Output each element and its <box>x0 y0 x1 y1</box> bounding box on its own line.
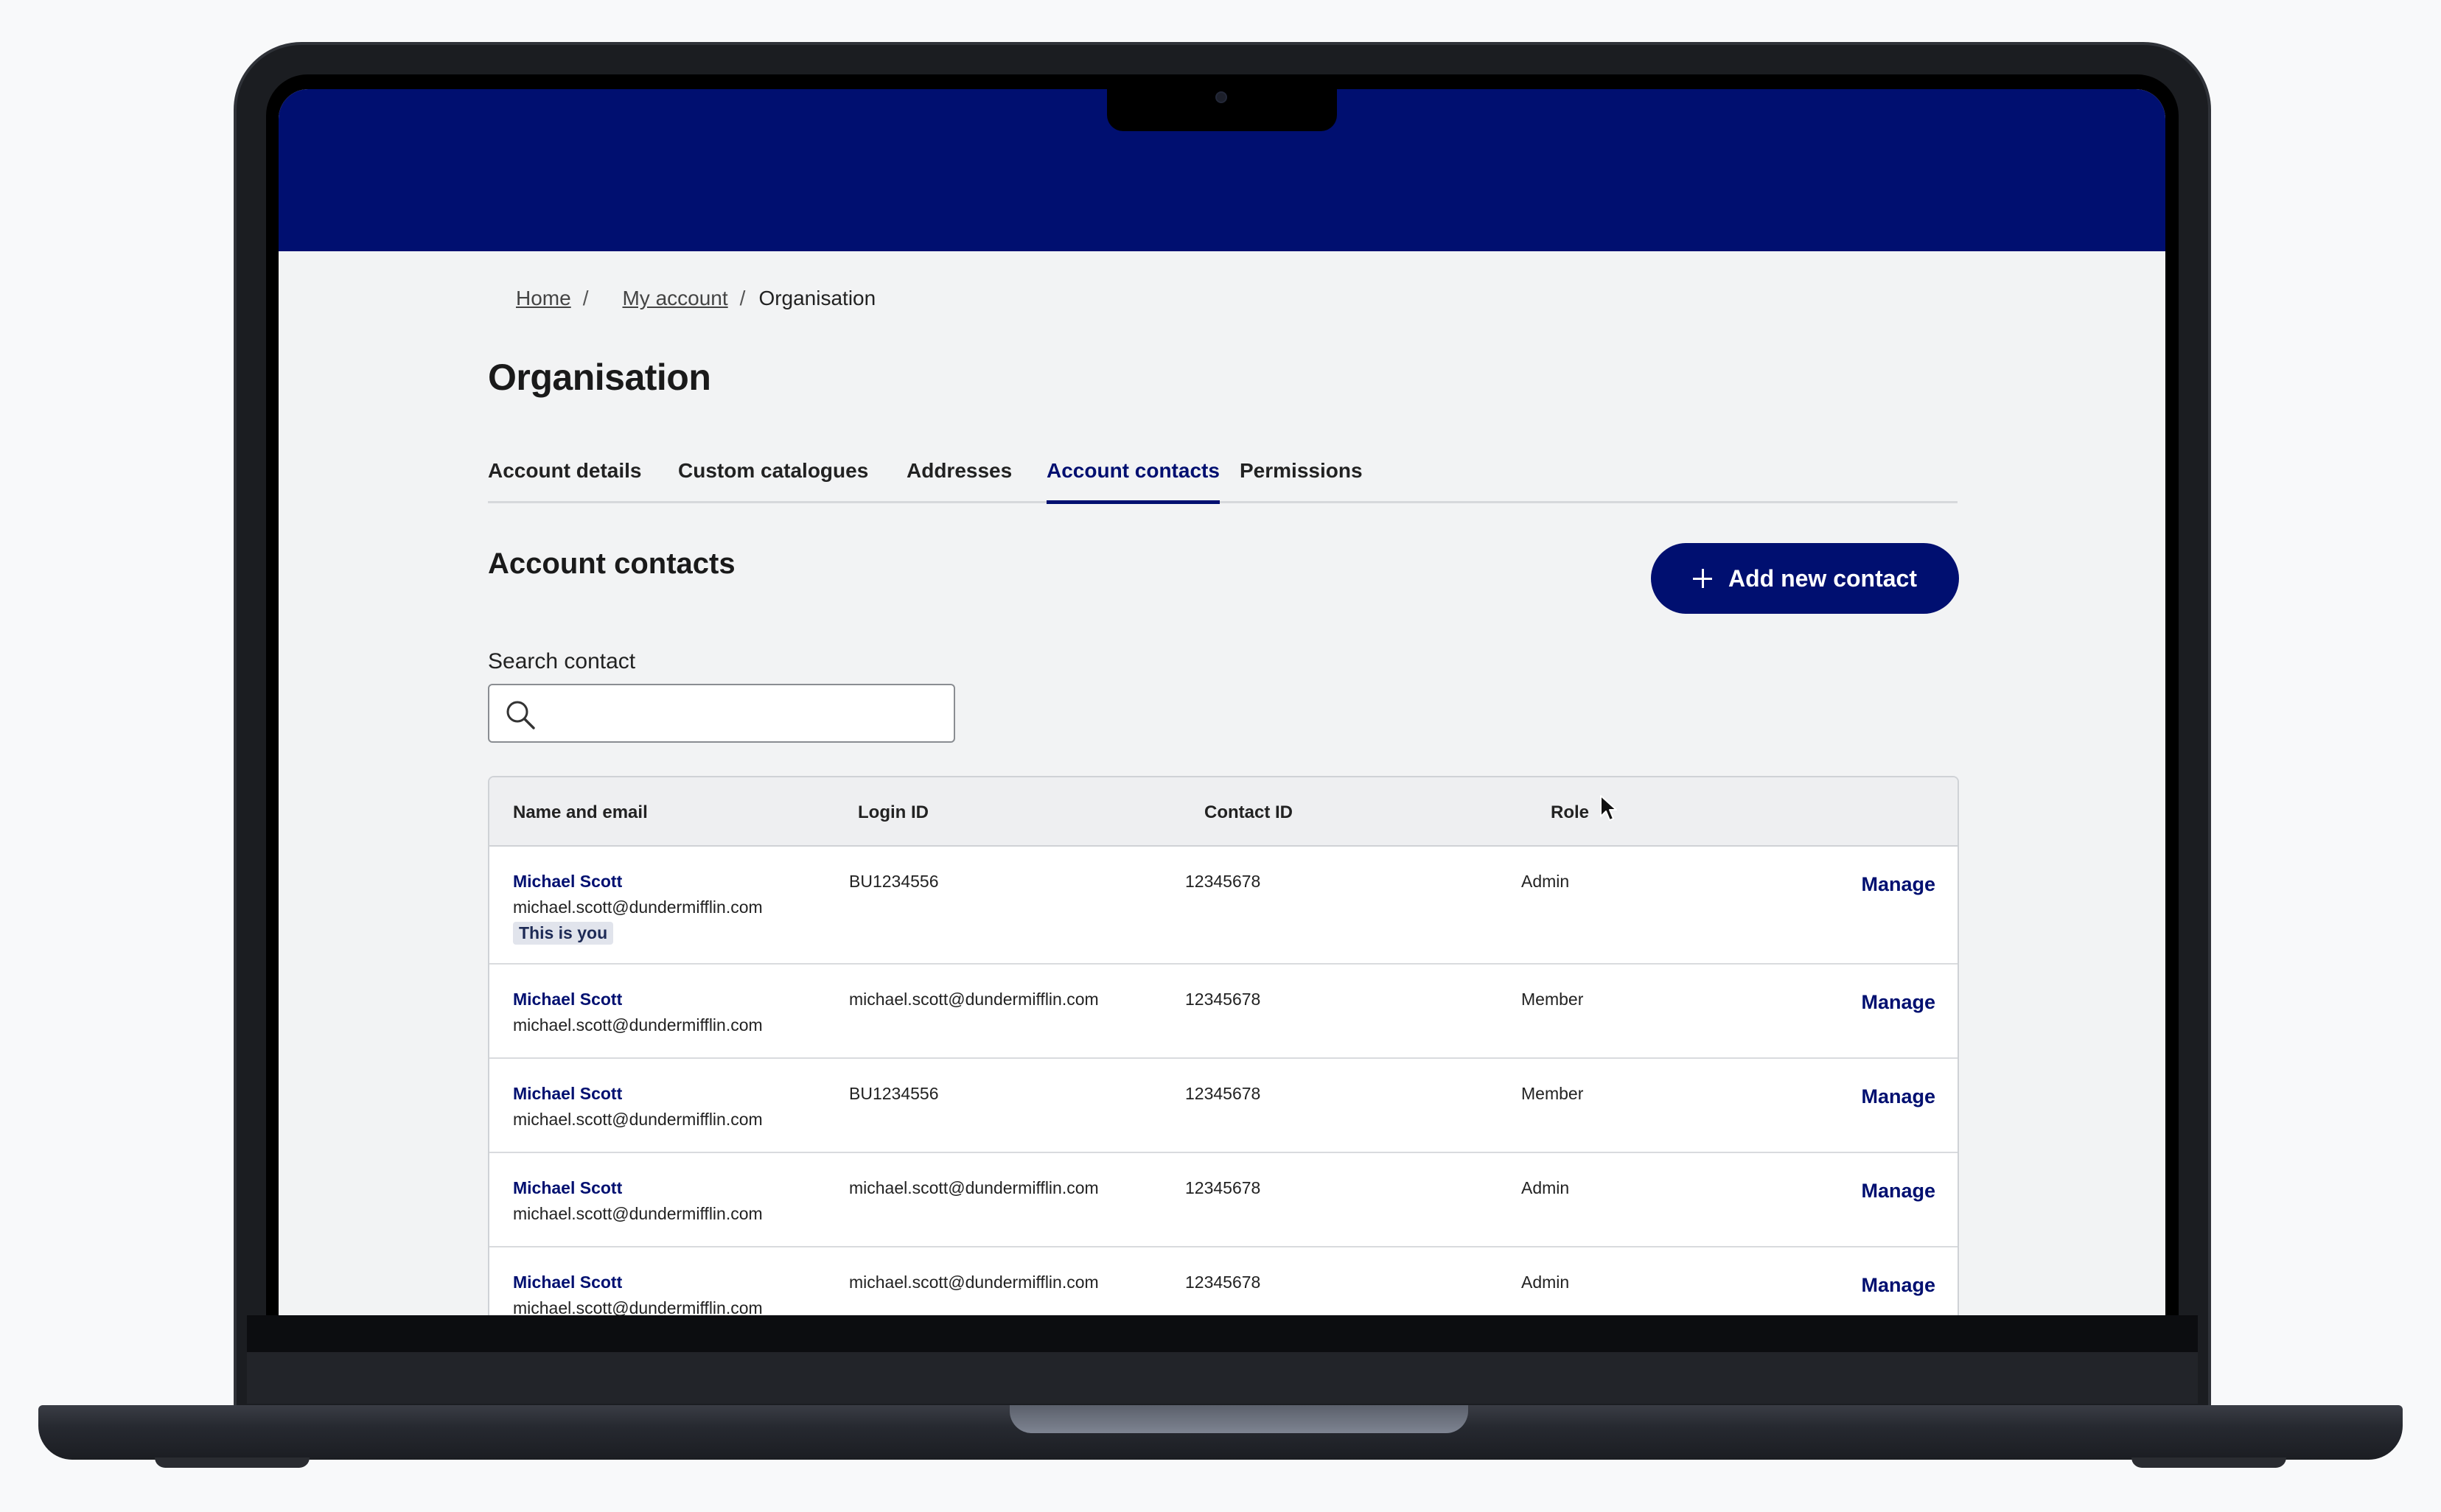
laptop-base <box>38 1405 2403 1460</box>
search-label: Search contact <box>488 649 636 673</box>
laptop-mockup: Home / My account / Organisation Organisatio… <box>0 0 2441 1512</box>
contact-email: michael.scott@dundermifflin.com <box>513 1015 763 1035</box>
contact-name-email-cell: Michael Scott michael.scott@dundermiffli… <box>513 990 763 1035</box>
add-new-contact-button[interactable]: Add new contact <box>1651 543 1959 614</box>
browser-viewport: Home / My account / Organisation Organisatio… <box>279 89 2165 1315</box>
tab-permissions[interactable]: Permissions <box>1240 459 1363 500</box>
page-title: Organisation <box>488 357 711 398</box>
role: Member <box>1521 990 1584 1009</box>
table-row: Michael Scott michael.scott@dundermiffli… <box>489 847 1958 965</box>
contact-name-link[interactable]: Michael Scott <box>513 872 622 891</box>
header-contact-id: Contact ID <box>1204 802 1293 822</box>
add-new-contact-label: Add new contact <box>1728 564 1917 592</box>
breadcrumb-separator: / <box>739 287 746 309</box>
contact-id: 12345678 <box>1185 1178 1261 1197</box>
breadcrumb-current: Organisation <box>758 287 876 309</box>
tab-custom-catalogues[interactable]: Custom catalogues <box>678 459 868 500</box>
tab-account-contacts[interactable]: Account contacts <box>1047 459 1220 504</box>
contact-name-email-cell: Michael Scott michael.scott@dundermiffli… <box>513 1273 763 1315</box>
contact-email: michael.scott@dundermifflin.com <box>513 897 763 917</box>
header-role: Role <box>1551 802 1590 822</box>
contact-name-link[interactable]: Michael Scott <box>513 1084 622 1103</box>
role: Admin <box>1521 1273 1570 1292</box>
manage-button[interactable]: Manage <box>1861 1085 1935 1108</box>
contact-name-email-cell: Michael Scott michael.scott@dundermiffli… <box>513 872 763 945</box>
table-row: Michael Scott michael.scott@dundermiffli… <box>489 1153 1958 1247</box>
contact-email: michael.scott@dundermifflin.com <box>513 1110 763 1129</box>
lid-opening-notch <box>1010 1405 1468 1433</box>
contacts-table: Name and email Login ID Contact ID Role … <box>488 776 1959 1315</box>
contact-id: 12345678 <box>1185 1084 1261 1103</box>
manage-button[interactable]: Manage <box>1861 1274 1935 1297</box>
search-field[interactable] <box>488 684 955 743</box>
laptop-chin <box>247 1315 2198 1404</box>
table-row: Michael Scott michael.scott@dundermiffli… <box>489 965 1958 1059</box>
manage-button[interactable]: Manage <box>1861 991 1935 1014</box>
contact-email: michael.scott@dundermifflin.com <box>513 1298 763 1315</box>
table-row: Michael Scott michael.scott@dundermiffli… <box>489 1247 1958 1315</box>
contact-name-email-cell: Michael Scott michael.scott@dundermiffli… <box>513 1084 763 1130</box>
camera-notch <box>1107 84 1337 131</box>
section-title: Account contacts <box>488 547 736 580</box>
table-row: Michael Scott michael.scott@dundermiffli… <box>489 1059 1958 1153</box>
contact-name-link[interactable]: Michael Scott <box>513 1273 622 1292</box>
contact-id: 12345678 <box>1185 990 1261 1009</box>
manage-button[interactable]: Manage <box>1861 1180 1935 1203</box>
role: Admin <box>1521 1178 1570 1197</box>
login-id: BU1234556 <box>849 1084 939 1103</box>
contact-name-email-cell: Michael Scott michael.scott@dundermiffli… <box>513 1178 763 1224</box>
plus-icon <box>1692 569 1712 588</box>
contact-name-link[interactable]: Michael Scott <box>513 990 622 1009</box>
contact-name-link[interactable]: Michael Scott <box>513 1178 622 1197</box>
laptop-foot-right <box>2131 1457 2286 1468</box>
header-name-email: Name and email <box>513 802 648 822</box>
login-id: BU1234556 <box>849 872 939 891</box>
tab-addresses[interactable]: Addresses <box>907 459 1012 500</box>
header-login-id: Login ID <box>858 802 929 822</box>
camera-icon <box>1215 91 1227 103</box>
login-id: michael.scott@dundermifflin.com <box>849 990 1099 1009</box>
contact-id: 12345678 <box>1185 1273 1261 1292</box>
tab-account-details[interactable]: Account details <box>488 459 641 500</box>
search-input[interactable] <box>547 685 945 741</box>
breadcrumb-separator: / <box>582 287 589 309</box>
login-id: michael.scott@dundermifflin.com <box>849 1178 1099 1197</box>
role: Member <box>1521 1084 1584 1103</box>
laptop-foot-left <box>155 1457 310 1468</box>
this-is-you-badge: This is you <box>513 922 614 945</box>
search-icon <box>506 701 535 729</box>
breadcrumb-home-link[interactable]: Home <box>516 287 571 309</box>
manage-button[interactable]: Manage <box>1861 873 1935 896</box>
mouse-cursor-icon <box>1600 795 1617 821</box>
contact-id: 12345678 <box>1185 872 1261 891</box>
login-id: michael.scott@dundermifflin.com <box>849 1273 1099 1292</box>
role: Admin <box>1521 872 1570 891</box>
breadcrumb: Home / My account / Organisation <box>516 287 876 310</box>
breadcrumb-my-account-link[interactable]: My account <box>622 287 727 309</box>
contact-email: michael.scott@dundermifflin.com <box>513 1204 763 1223</box>
table-header: Name and email Login ID Contact ID Role <box>489 777 1958 847</box>
tab-bar: Account details Custom catalogues Addres… <box>488 452 1958 504</box>
